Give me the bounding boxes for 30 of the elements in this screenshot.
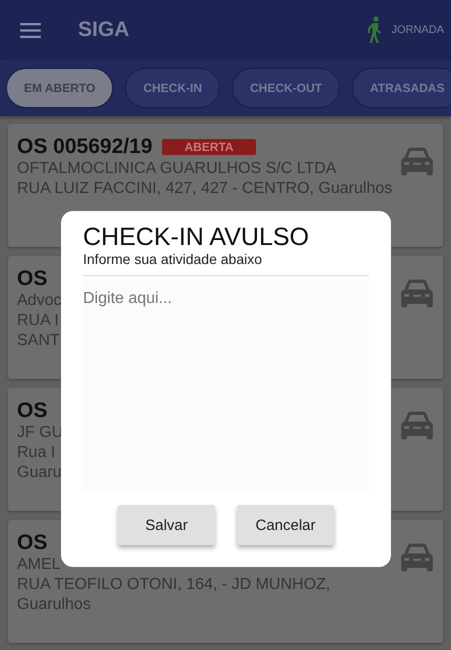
menu-icon[interactable] bbox=[20, 22, 41, 38]
order-detail: SANT bbox=[17, 331, 60, 351]
filter-tab[interactable]: ATRASADAS bbox=[352, 68, 451, 108]
car-icon bbox=[401, 543, 433, 572]
order-detail: AMEL bbox=[17, 555, 61, 575]
dialog-button[interactable]: Cancelar bbox=[237, 505, 334, 545]
order-detail: RUA LUIZ FACCINI, 427, 427 - CENTRO, Guarulhos bbox=[17, 179, 392, 199]
app-title: SIGA bbox=[78, 18, 130, 42]
walking-person-icon[interactable] bbox=[366, 16, 382, 44]
order-detail: OFTALMOCLINICA GUARULHOS S/C LTDA bbox=[17, 159, 336, 179]
order-detail: Guarulhos bbox=[17, 595, 91, 615]
filter-tab[interactable]: EM ABERTO bbox=[6, 68, 114, 108]
car-icon bbox=[401, 147, 433, 176]
order-number: OS bbox=[17, 267, 48, 291]
order-detail: Guaru bbox=[17, 463, 62, 483]
filter-tab[interactable]: CHECK-OUT bbox=[232, 68, 340, 108]
order-number: OS 005692/19 bbox=[17, 135, 152, 159]
car-icon bbox=[401, 411, 433, 440]
order-number: OS bbox=[17, 399, 48, 423]
jornada-button[interactable]: JORNADA bbox=[391, 24, 444, 36]
activity-field[interactable]: Digite aqui... bbox=[83, 276, 369, 491]
dialog-button[interactable]: Salvar bbox=[118, 505, 215, 545]
order-detail: RUA TEOFILO OTONI, 164, - JD MUNHOZ, bbox=[17, 575, 330, 595]
order-number: OS bbox=[17, 531, 48, 555]
order-detail: Rua I bbox=[17, 443, 56, 463]
car-icon bbox=[401, 279, 433, 308]
order-detail: RUA I bbox=[17, 311, 59, 331]
order-detail: Advoc bbox=[17, 291, 62, 311]
filter-tab[interactable]: CHECK-IN bbox=[125, 68, 220, 108]
status-badge: ABERTA bbox=[162, 139, 256, 155]
